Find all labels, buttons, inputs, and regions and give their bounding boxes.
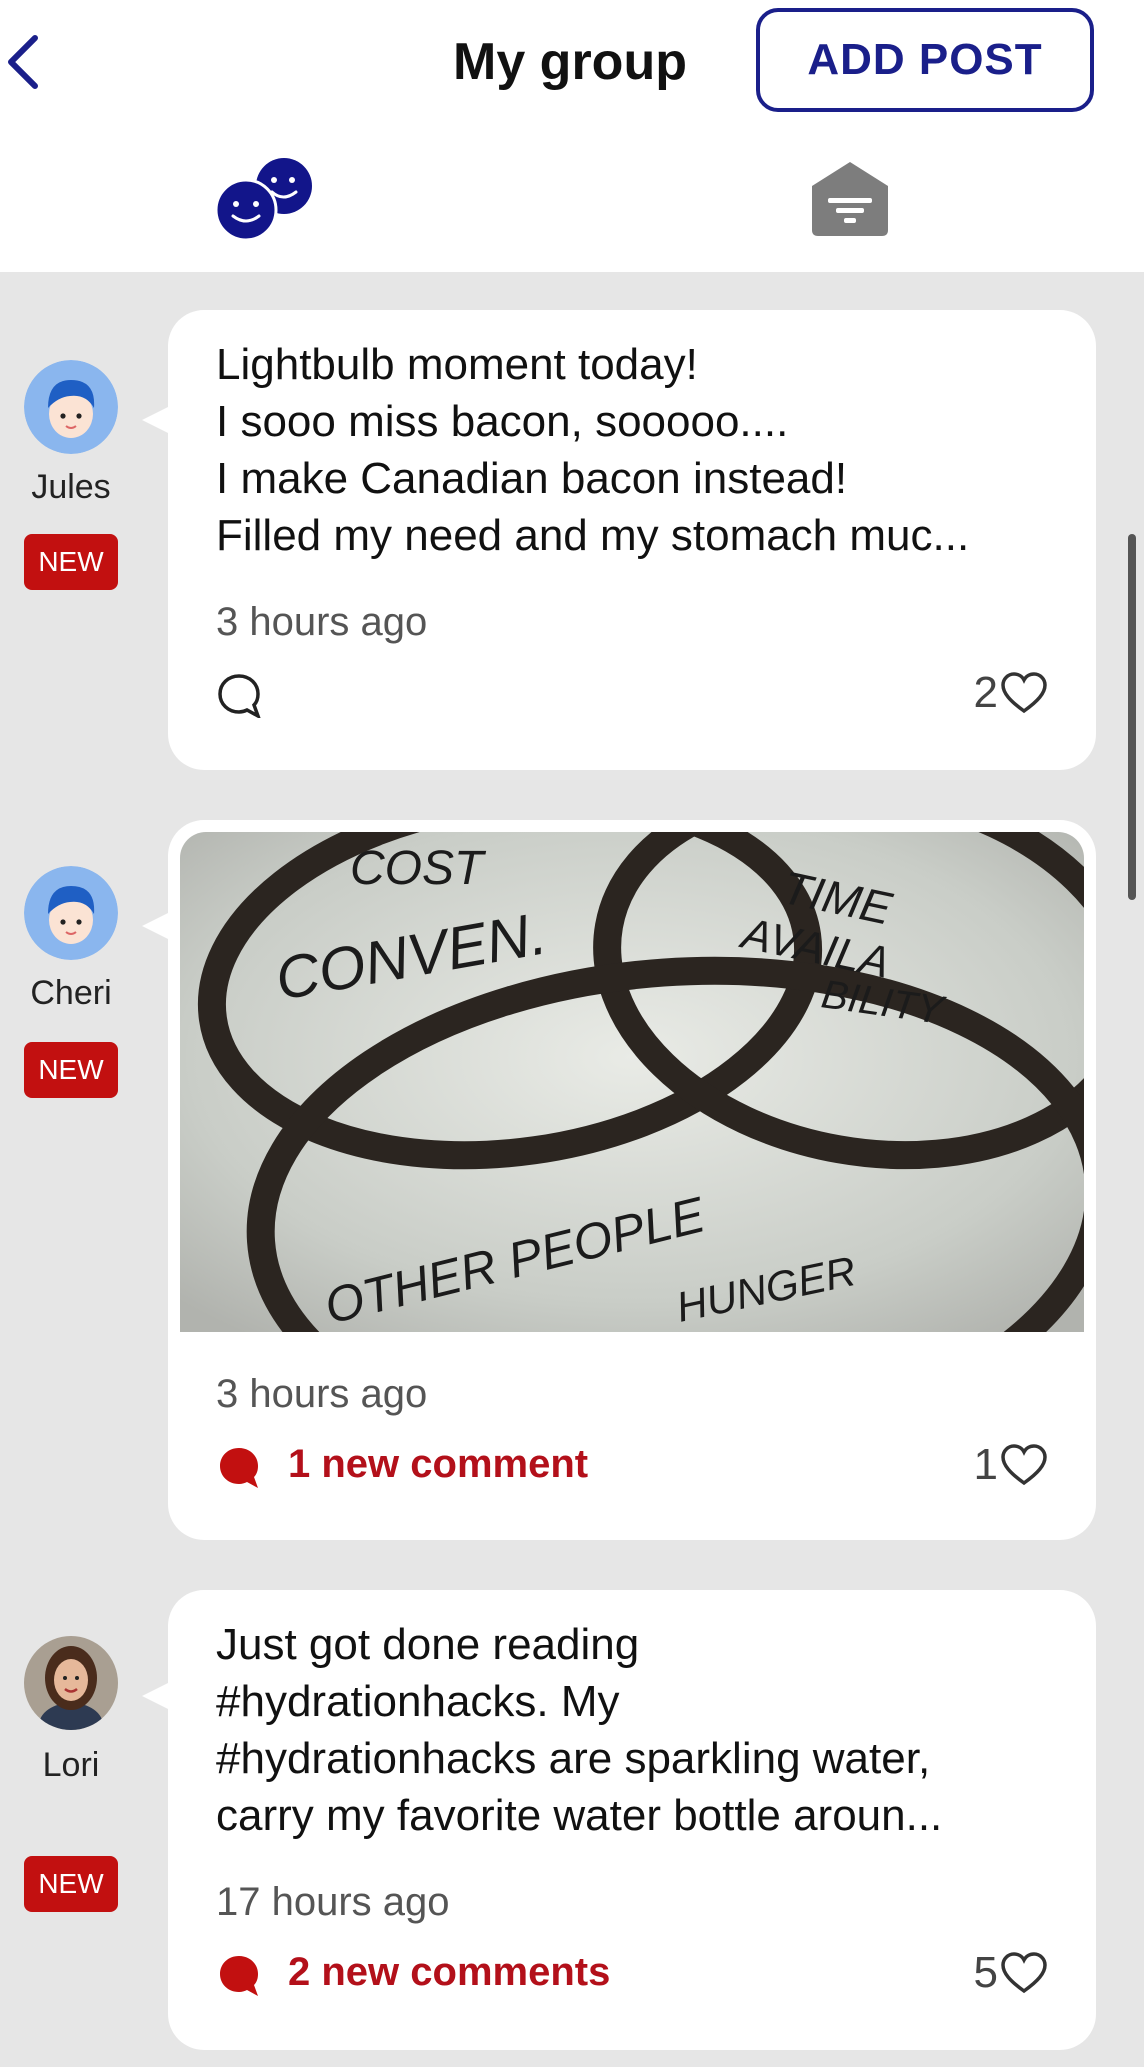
new-badge: NEW xyxy=(24,1856,118,1912)
post-text: Just got done reading #hydrationhacks. M… xyxy=(216,1620,943,1840)
woman-photo-avatar xyxy=(24,1636,118,1730)
post-bubble[interactable]: Just got done reading #hydrationhacks. M… xyxy=(168,1590,1096,2050)
avatar[interactable] xyxy=(24,1636,118,1730)
page-title: My group xyxy=(453,33,687,91)
like-count: 5 xyxy=(973,1948,998,1997)
image-word: COST xyxy=(350,842,487,895)
post-bubble[interactable]: Lightbulb moment today! I sooo miss baco… xyxy=(168,310,1096,770)
heart-icon xyxy=(1001,672,1047,714)
group-faces-icon xyxy=(214,158,312,242)
post-text: Lightbulb moment today! I sooo miss baco… xyxy=(216,340,970,560)
post-image[interactable]: COST CONVEN. TIME AVAILA BILITY OTHER PE… xyxy=(180,832,1084,1332)
boy-avatar-icon xyxy=(24,866,118,960)
bubble-tail xyxy=(142,406,170,434)
top-bar: My group ADD POST xyxy=(0,0,1144,272)
chevron-left-icon xyxy=(8,35,38,89)
like-count: 1 xyxy=(973,1440,998,1489)
boy-avatar-icon xyxy=(24,360,118,454)
tab-inbox[interactable] xyxy=(808,160,892,240)
new-badge: NEW xyxy=(24,534,118,590)
inbox-envelope-icon xyxy=(812,162,888,236)
add-post-button[interactable]: ADD POST xyxy=(756,8,1094,112)
bubble-tail xyxy=(142,912,170,940)
heart-icon xyxy=(1001,1952,1047,1994)
like-count: 2 xyxy=(973,668,998,717)
post-timestamp: 3 hours ago xyxy=(216,1372,428,1416)
author-name: Lori xyxy=(42,1746,100,1784)
new-comments-link[interactable]: 2 new comments xyxy=(288,1950,610,1995)
like-button[interactable]: 2 xyxy=(974,668,1048,718)
post-timestamp: 17 hours ago xyxy=(216,1880,450,1924)
like-button[interactable]: 1 xyxy=(974,1440,1048,1490)
venn-diagram-photo: COST CONVEN. TIME AVAILA BILITY OTHER PE… xyxy=(180,832,1084,1332)
comment-icon[interactable] xyxy=(216,672,262,718)
back-button[interactable] xyxy=(0,30,44,94)
like-button[interactable]: 5 xyxy=(974,1948,1048,1998)
avatar[interactable] xyxy=(24,360,118,454)
post-timestamp: 3 hours ago xyxy=(216,600,428,644)
bubble-tail xyxy=(142,1682,170,1710)
heart-icon xyxy=(1001,1444,1047,1486)
tab-group[interactable] xyxy=(212,150,322,250)
comment-filled-icon[interactable] xyxy=(216,1444,262,1490)
scrollbar[interactable] xyxy=(1128,534,1136,900)
author-name: Cheri xyxy=(30,974,112,1012)
avatar[interactable] xyxy=(24,866,118,960)
new-badge: NEW xyxy=(24,1042,118,1098)
comment-filled-icon[interactable] xyxy=(216,1952,262,1998)
post-bubble[interactable]: COST CONVEN. TIME AVAILA BILITY OTHER PE… xyxy=(168,820,1096,1540)
author-name: Jules xyxy=(31,468,111,506)
new-comments-link[interactable]: 1 new comment xyxy=(288,1442,588,1487)
